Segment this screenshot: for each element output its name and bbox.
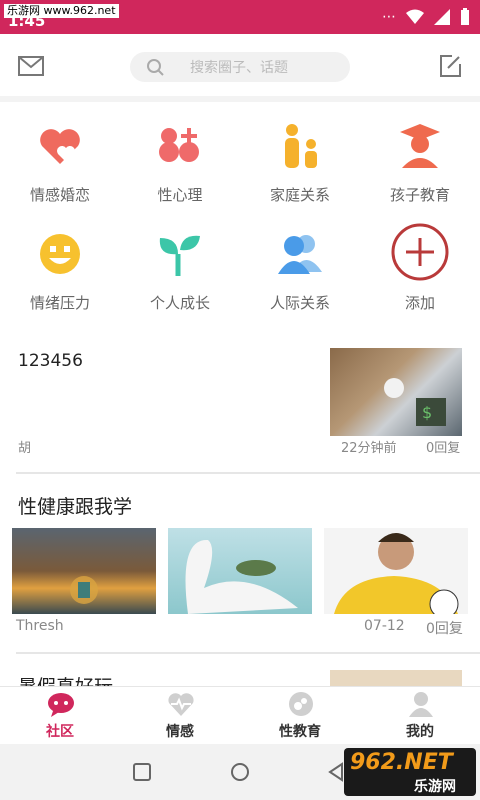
category-label: 人际关系 bbox=[269, 294, 330, 312]
category-label: 孩子教育 bbox=[389, 186, 450, 204]
status-bar: 1:45 乐游网 www.962.net ⋯ bbox=[0, 0, 480, 34]
post-thumbnail: $ bbox=[330, 348, 462, 436]
search-placeholder: 搜索圈子、话题 bbox=[190, 60, 288, 76]
post-date: 07-12 bbox=[364, 618, 405, 634]
post-time: 22分钟前 bbox=[341, 441, 397, 456]
tab-emotion[interactable]: 情感 bbox=[120, 687, 240, 745]
category-label: 情感婚恋 bbox=[29, 186, 90, 204]
system-nav-bar: 962.NET 乐游网 bbox=[0, 744, 480, 800]
graduate-icon bbox=[400, 124, 440, 168]
wifi-icon bbox=[406, 9, 424, 24]
tab-sex-education[interactable]: 性教育 bbox=[240, 687, 360, 745]
user-icon bbox=[409, 692, 433, 717]
post-thumbnail[interactable] bbox=[12, 528, 156, 614]
watermark-text: 乐游网 www.962.net bbox=[4, 4, 119, 18]
add-icon bbox=[391, 223, 449, 281]
sprout-icon bbox=[159, 235, 200, 276]
back-icon[interactable] bbox=[326, 762, 346, 782]
category-label: 情绪压力 bbox=[29, 294, 90, 312]
post-title: 123456 bbox=[18, 351, 83, 371]
heart-pulse-icon bbox=[168, 693, 194, 716]
logo-subtext: 乐游网 bbox=[414, 779, 456, 795]
category-emotion[interactable]: 情感婚恋 bbox=[0, 102, 120, 204]
hearts-icon bbox=[40, 129, 80, 164]
category-family[interactable]: 家庭关系 bbox=[240, 102, 360, 204]
post-replies: 0回复 bbox=[426, 621, 463, 637]
family-icon bbox=[285, 124, 317, 168]
search-bar[interactable]: 搜索圈子、话题 bbox=[130, 52, 350, 82]
battery-icon bbox=[461, 8, 469, 25]
svg-text:$: $ bbox=[422, 403, 432, 422]
category-stress[interactable]: 情绪压力 bbox=[0, 210, 120, 312]
site-logo: 962.NET 乐游网 bbox=[344, 748, 476, 796]
tab-mine[interactable]: 我的 bbox=[360, 687, 480, 745]
logo-text: 962.NET bbox=[350, 750, 453, 775]
category-label: 家庭关系 bbox=[269, 186, 330, 204]
category-education[interactable]: 孩子教育 bbox=[360, 102, 480, 204]
signal-icon bbox=[434, 9, 450, 25]
home-icon[interactable] bbox=[229, 761, 251, 783]
category-psychology[interactable]: 性心理 bbox=[120, 102, 240, 204]
status-icons: ⋯ bbox=[382, 8, 470, 26]
post-thumbnail[interactable] bbox=[168, 528, 312, 614]
tab-bar: 社区 情感 性教育 我的 bbox=[0, 686, 480, 744]
category-grid: 情感婚恋 性心理 家庭关系 孩子教育 情绪压力 个人成长 人际关系 添加 bbox=[0, 102, 480, 326]
recents-icon[interactable] bbox=[132, 762, 152, 782]
tab-label: 社区 bbox=[46, 724, 74, 740]
category-relations[interactable]: 人际关系 bbox=[240, 210, 360, 312]
category-growth[interactable]: 个人成长 bbox=[120, 210, 240, 312]
more-icon: ⋯ bbox=[382, 9, 396, 25]
divider bbox=[16, 472, 480, 474]
category-add[interactable]: 添加 bbox=[360, 210, 480, 312]
post-replies: 0回复 bbox=[426, 441, 461, 456]
tab-label: 情感 bbox=[166, 724, 194, 740]
edit-icon[interactable] bbox=[438, 54, 462, 78]
gender-circle-icon bbox=[289, 692, 313, 716]
post-thumbnail[interactable] bbox=[324, 528, 468, 614]
category-label: 添加 bbox=[404, 294, 435, 312]
post-thumbnail[interactable] bbox=[330, 670, 462, 686]
category-label: 个人成长 bbox=[149, 294, 210, 312]
gender-icon bbox=[159, 128, 199, 162]
post-title[interactable]: 性健康跟我学 bbox=[18, 492, 132, 519]
category-label: 性心理 bbox=[157, 186, 203, 204]
chat-bubble-icon bbox=[48, 693, 74, 717]
search-icon bbox=[147, 59, 164, 76]
post-author: 胡 bbox=[18, 441, 32, 456]
tab-label: 我的 bbox=[406, 724, 434, 740]
top-bar: 搜索圈子、话题 bbox=[0, 34, 480, 96]
tab-label: 性教育 bbox=[279, 724, 321, 740]
smile-icon bbox=[40, 234, 80, 274]
people-icon bbox=[278, 235, 322, 274]
mail-icon[interactable] bbox=[18, 56, 44, 76]
post-item[interactable]: 123456 胡 $ 22分钟前 0回复 bbox=[0, 335, 480, 471]
divider bbox=[16, 652, 480, 654]
tab-community[interactable]: 社区 bbox=[0, 687, 120, 745]
post-author: Thresh bbox=[16, 618, 64, 634]
